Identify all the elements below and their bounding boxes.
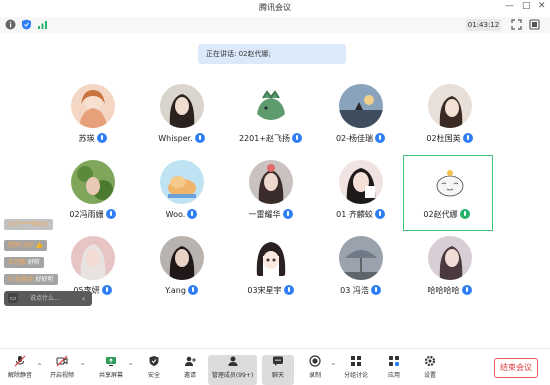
avatar [339, 160, 383, 204]
video-off-icon [56, 355, 68, 367]
participant-tile[interactable]: 02杜国英 [407, 84, 492, 159]
participant-tile[interactable]: Whisper. [139, 84, 224, 159]
participant-tile-active-speaker[interactable]: 02赵代娜 [403, 155, 493, 231]
microphone-active-icon [459, 209, 470, 219]
microphone-icon [282, 209, 293, 219]
message-icon[interactable]: ▭ [8, 293, 18, 303]
apps-button[interactable]: 应用 [374, 355, 414, 385]
maximize-icon[interactable]: □ [522, 1, 531, 11]
screen-share-icon [106, 357, 116, 366]
microphone-icon [101, 285, 112, 295]
meeting-toolbar: 01:43:12 [0, 17, 550, 33]
apps-icon [389, 356, 399, 366]
chat-input[interactable]: ▭ 说点什么... ‹ [4, 291, 92, 306]
avatar [71, 160, 115, 204]
avatar [428, 236, 472, 280]
video-button[interactable]: 开启视频 [42, 355, 82, 385]
title-bar: 腾讯会议 — □ ✕ [0, 0, 550, 15]
security-button[interactable]: 安全 [134, 355, 174, 385]
chat-input-placeholder: 说点什么... [30, 295, 60, 302]
close-icon[interactable]: ✕ [538, 1, 546, 11]
participant-tile[interactable]: 03 冯浩 [318, 236, 403, 311]
microphone-icon [283, 285, 294, 295]
chat-message: 157****8900: [4, 219, 53, 230]
participant-tile[interactable]: 哈哈哈哈 [407, 236, 492, 311]
chat-icon [273, 356, 283, 366]
video-options-caret[interactable]: ^ [80, 363, 85, 370]
avatar [71, 236, 115, 280]
share-options-caret[interactable]: ^ [128, 363, 133, 370]
speaking-indicator: 正在讲话: 02赵代娜; [198, 44, 346, 64]
avatar [160, 160, 204, 204]
participant-tile[interactable]: 02-杨佳瑞 [318, 84, 403, 159]
participant-tile[interactable]: 苏瑛 [50, 84, 135, 159]
avatar [339, 84, 383, 128]
avatar [249, 84, 293, 128]
avatar [428, 84, 472, 128]
avatar [249, 236, 293, 280]
avatar [339, 236, 383, 280]
microphone-icon [105, 209, 116, 219]
meeting-timer: 01:43:12 [466, 19, 501, 31]
avatar [160, 236, 204, 280]
invite-icon [185, 356, 196, 366]
microphone-icon [96, 133, 107, 143]
manage-members-button[interactable]: 管理成员(99+) [208, 355, 257, 385]
participant-tile[interactable]: Woo. [139, 160, 224, 235]
chat-message: 燃梦18岁:👍 [4, 240, 48, 251]
microphone-icon [375, 133, 386, 143]
participant-tile[interactable]: Y.ang [139, 236, 224, 311]
settings-icon [424, 355, 436, 367]
record-button[interactable]: 录制 [295, 355, 335, 385]
signal-icon[interactable] [37, 19, 48, 30]
avatar [428, 162, 472, 206]
participant-tile[interactable]: 一雷耀华 [228, 160, 313, 235]
settings-button[interactable]: 设置 [410, 355, 450, 385]
microphone-icon [461, 285, 472, 295]
mic-muted-icon [14, 355, 26, 367]
minimize-icon[interactable]: — [505, 1, 514, 11]
breakout-button[interactable]: 分组讨论 [336, 355, 376, 385]
end-meeting-button[interactable]: 结束会议 [494, 358, 538, 378]
participant-tile[interactable]: 03宋星宇 [228, 236, 313, 311]
shield-icon[interactable] [21, 19, 32, 30]
participant-tile[interactable]: 01 齐麟蛟 [318, 160, 403, 235]
chat-message: 吕佳敏:好听 [4, 257, 45, 268]
shield-icon [149, 356, 159, 366]
layout-icon[interactable] [529, 19, 540, 30]
fullscreen-icon[interactable] [511, 19, 522, 30]
microphone-icon [194, 133, 205, 143]
avatar [160, 84, 204, 128]
record-icon [309, 355, 321, 367]
participant-tile[interactable]: 02冯雨姗 [50, 160, 135, 235]
microphone-icon [187, 209, 198, 219]
members-icon [228, 356, 237, 366]
participant-tile[interactable]: 2201+赵飞扬 [228, 84, 313, 159]
mute-button[interactable]: 解除静音 [0, 355, 40, 385]
breakout-icon [351, 356, 361, 366]
microphone-icon [187, 285, 198, 295]
meeting-control-bar: 解除静音 ^ 开启视频 ^ 共享屏幕 ^ 安全 邀请 管理成员(99+) 聊天 … [0, 348, 550, 385]
microphone-icon [370, 285, 381, 295]
avatar [249, 160, 293, 204]
share-screen-button[interactable]: 共享屏幕 [91, 355, 131, 385]
window-title: 腾讯会议 [259, 3, 291, 12]
chat-button[interactable]: 聊天 [262, 355, 294, 385]
avatar [71, 84, 115, 128]
participant-name: 02杜国英 [387, 133, 512, 144]
info-icon[interactable] [5, 19, 16, 30]
microphone-icon [462, 133, 473, 143]
chat-message: 01赵雅廷:好好听 [4, 274, 58, 285]
collapse-chat-icon[interactable]: ‹ [82, 291, 85, 306]
invite-button[interactable]: 邀请 [170, 355, 210, 385]
participant-name: 哈哈哈哈 [387, 285, 512, 296]
participant-name: 02赵代娜 [384, 209, 509, 220]
